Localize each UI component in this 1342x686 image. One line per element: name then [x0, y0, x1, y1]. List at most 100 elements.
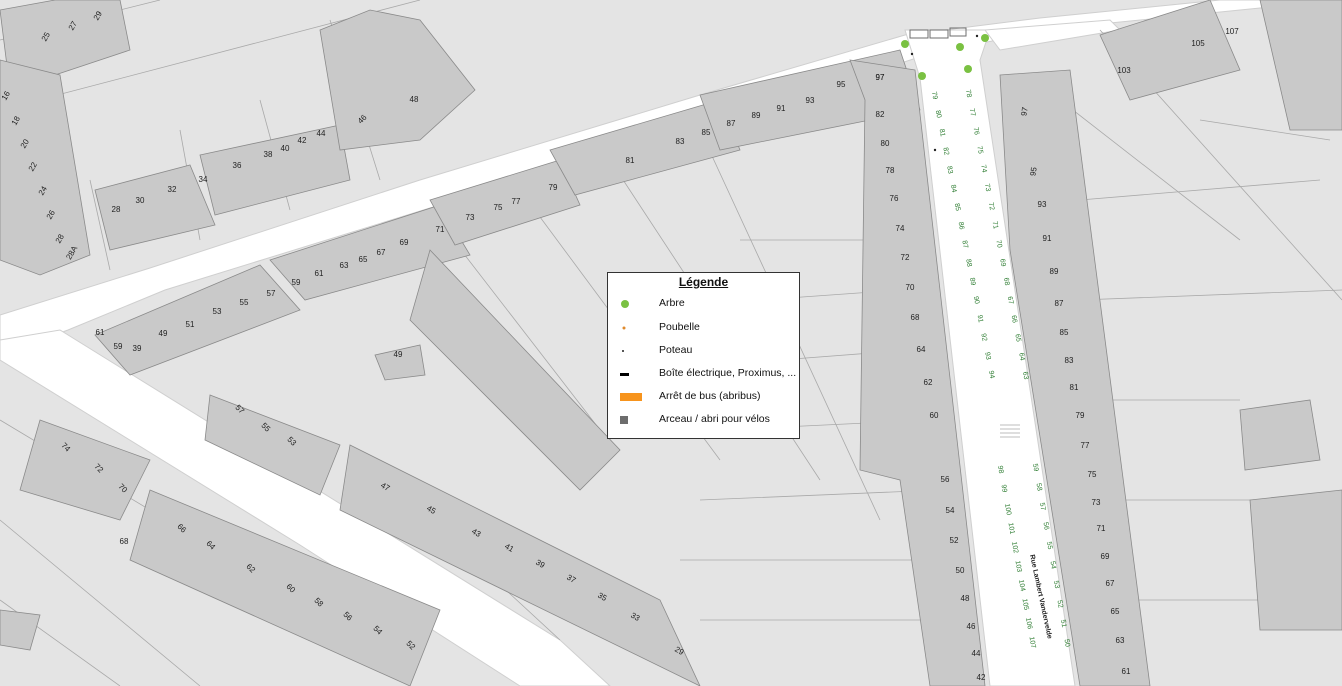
legend-label: Arceau / abri pour vélos	[659, 413, 770, 425]
legend-title: Légende	[678, 275, 729, 289]
parking-space-number: 59	[1031, 463, 1039, 472]
parking-space-number: 69	[998, 258, 1006, 267]
legend-item-tree: Arbre	[608, 296, 799, 312]
parking-space-number: 52	[1056, 600, 1064, 609]
house-number: 49	[159, 329, 168, 338]
house-number: 80	[881, 139, 890, 148]
house-number: 59	[292, 278, 301, 287]
legend-item-bus-stop: Arrêt de bus (abribus)	[608, 389, 799, 405]
house-number: 82	[876, 110, 885, 119]
house-number: 65	[1111, 607, 1120, 616]
parking-space-number: 85	[953, 203, 961, 212]
house-number: 67	[377, 248, 386, 257]
bike-rack-icon	[620, 416, 628, 424]
house-number: 73	[1092, 498, 1101, 507]
house-number: 42	[298, 136, 307, 145]
parking-space-number: 56	[1042, 522, 1050, 531]
parking-space-number: 77	[968, 108, 976, 117]
parking-space-number: 66	[1010, 315, 1018, 324]
parking-space-number: 87	[960, 240, 968, 249]
house-number: 67	[1106, 579, 1115, 588]
parking-space-number: 84	[949, 184, 957, 193]
parking-space-number: 91	[976, 314, 984, 323]
parking-space-number: 92	[979, 333, 987, 342]
house-number: 83	[1065, 356, 1074, 365]
legend-label: Poubelle	[659, 321, 700, 333]
parking-space-number: 65	[1013, 334, 1021, 343]
house-number: 105	[1191, 39, 1205, 48]
parking-space-number: 94	[987, 370, 995, 379]
legend-item-bike-rack: Arceau / abri pour vélos	[608, 412, 799, 428]
parking-space-number: 80	[934, 110, 942, 119]
parking-space-number: 64	[1017, 352, 1025, 361]
house-number: 91	[1043, 234, 1052, 243]
parking-space-number: 98	[996, 465, 1004, 474]
parking-space-number: 70	[994, 240, 1002, 249]
house-number: 40	[281, 144, 290, 153]
house-number: 38	[264, 150, 273, 159]
pole-icon	[975, 34, 979, 38]
house-number: 76	[890, 194, 899, 203]
house-number: 87	[727, 119, 736, 128]
legend-label: Boîte électrique, Proximus, ...	[659, 367, 797, 379]
house-number: 51	[186, 320, 195, 329]
house-number: 71	[436, 225, 445, 234]
house-number: 60	[930, 411, 939, 420]
parking-space-number: 54	[1049, 561, 1057, 570]
house-number: 39	[133, 344, 142, 353]
house-number: 87	[1055, 299, 1064, 308]
house-number: 63	[340, 261, 349, 270]
house-number: 75	[494, 203, 503, 212]
house-number: 56	[941, 475, 950, 484]
house-number: 72	[901, 253, 910, 262]
house-number: 48	[410, 95, 419, 104]
house-number: 30	[136, 196, 145, 205]
house-number: 53	[213, 307, 222, 316]
house-number: 97	[876, 73, 885, 82]
house-number: 83	[676, 137, 685, 146]
parking-space-number: 99	[1000, 484, 1008, 493]
house-number: 68	[911, 313, 920, 322]
house-number: 44	[972, 649, 981, 658]
house-number: 57	[267, 289, 276, 298]
parking-space-number: 74	[979, 164, 987, 173]
house-number: 85	[1060, 328, 1069, 337]
house-number: 93	[1038, 200, 1047, 209]
pole-icon	[910, 52, 914, 56]
house-number: 77	[512, 197, 521, 206]
legend-label: Arrêt de bus (abribus)	[659, 390, 761, 402]
parking-space-number: 93	[983, 352, 991, 361]
house-number: 73	[466, 213, 475, 222]
bus-stop-icon	[620, 393, 642, 401]
legend-label: Poteau	[659, 344, 693, 356]
legend-item-bin: Poubelle	[608, 320, 799, 336]
map-legend: Légende Arbre Poubelle Poteau Boîte élec…	[607, 272, 800, 439]
parking-space-number: 86	[957, 221, 965, 230]
house-number: 49	[394, 350, 403, 359]
parking-space-number: 82	[941, 147, 949, 156]
house-number: 79	[1076, 411, 1085, 420]
house-number: 91	[777, 104, 786, 113]
tree-icon	[621, 300, 629, 308]
tree-icon	[981, 34, 989, 42]
pole-icon	[933, 148, 937, 152]
parking-space-number: 53	[1052, 580, 1060, 589]
house-number: 61	[315, 269, 324, 278]
parking-space-number: 76	[972, 127, 980, 136]
tree-icon	[956, 43, 964, 51]
legend-label: Arbre	[659, 297, 685, 309]
house-number: 107	[1225, 27, 1239, 36]
house-number: 74	[896, 224, 905, 233]
house-number: 52	[950, 536, 959, 545]
house-number: 70	[906, 283, 915, 292]
parking-space-number: 78	[964, 89, 972, 98]
parking-space-number: 50	[1063, 639, 1071, 648]
parking-space-number: 72	[987, 202, 995, 211]
house-number: 55	[240, 298, 249, 307]
utility-box-icon	[620, 373, 629, 376]
parking-space-number: 55	[1045, 541, 1053, 550]
house-number: 95	[837, 80, 846, 89]
pole-icon	[622, 350, 624, 352]
house-number: 78	[886, 166, 895, 175]
house-number: 93	[806, 96, 815, 105]
